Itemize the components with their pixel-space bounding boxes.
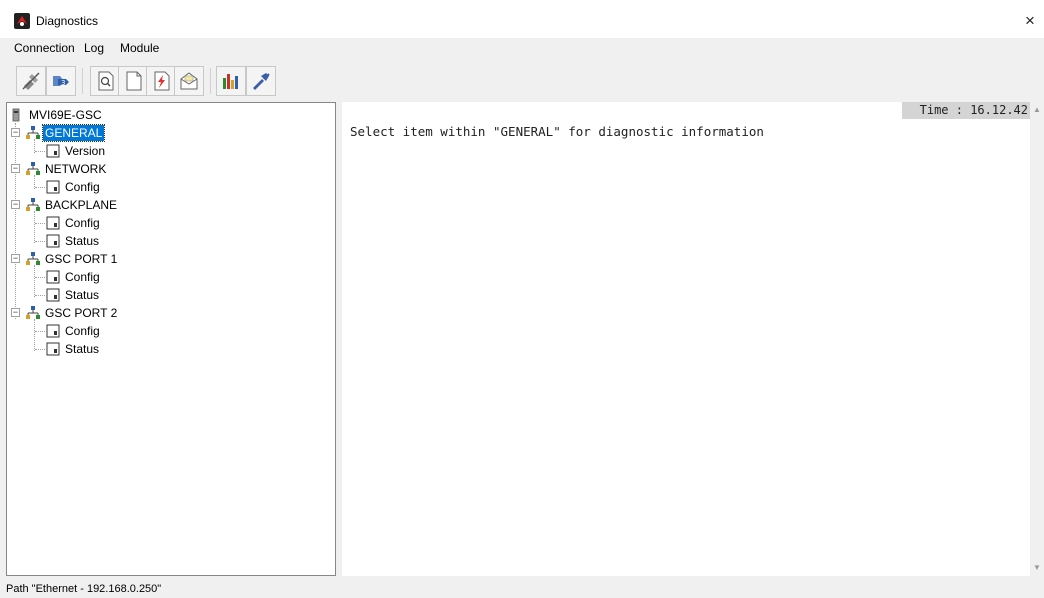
mail-button[interactable] <box>174 66 204 96</box>
tree-leaf-label: Status <box>65 234 100 248</box>
scroll-up-icon[interactable]: ▲ <box>1030 102 1044 118</box>
collapse-icon[interactable]: − <box>11 164 20 173</box>
tree-leaf-config[interactable]: Config <box>7 179 327 196</box>
tree-node-gsc-port-2[interactable]: − GSC PORT 2 <box>7 305 327 322</box>
page-icon <box>46 234 60 248</box>
transfer-button[interactable] <box>146 66 176 96</box>
menu-log[interactable]: Log <box>84 41 104 55</box>
mail-icon <box>180 72 198 90</box>
page-icon <box>46 288 60 302</box>
collapse-icon[interactable]: − <box>11 128 20 137</box>
tree-leaf-config[interactable]: Config <box>7 269 327 286</box>
scroll-down-icon[interactable]: ▼ <box>1030 560 1044 576</box>
tree-node-label: NETWORK <box>45 162 107 176</box>
tree-root[interactable]: MVI69E-GSC <box>7 107 327 124</box>
bar-chart-icon <box>223 74 238 89</box>
page-icon <box>46 216 60 230</box>
collapse-icon[interactable]: − <box>11 254 20 263</box>
menu-module[interactable]: Module <box>120 41 159 55</box>
vertical-scrollbar[interactable]: ▲ ▼ <box>1030 102 1044 576</box>
tree-leaf-config[interactable]: Config <box>7 323 327 340</box>
find-icon <box>98 71 114 91</box>
find-button[interactable] <box>90 66 120 96</box>
tree-leaf-status[interactable]: Status <box>7 341 327 358</box>
tree-node-network[interactable]: − NETWORK <box>7 161 327 178</box>
menu-bar: Connection Log Module <box>0 38 1044 60</box>
tree-leaf-label: Config <box>65 270 100 284</box>
network-icon <box>26 306 40 319</box>
app-icon <box>14 13 30 29</box>
tree-leaf-version[interactable]: Version <box>7 143 327 160</box>
connection-path: Path "Ethernet - 192.168.0.250" <box>6 583 162 595</box>
network-icon <box>26 198 40 211</box>
tree-node-label: GSC PORT 1 <box>45 252 118 266</box>
collapse-icon[interactable]: − <box>11 200 20 209</box>
toolbar-separator <box>210 68 211 94</box>
tree-leaf-label: Config <box>65 324 100 338</box>
tree-node-label: BACKPLANE <box>45 198 118 212</box>
title-bar: Diagnostics × <box>0 0 1044 38</box>
tree-node-label: GSC PORT 2 <box>45 306 118 320</box>
tree-leaf-label: Status <box>65 288 100 302</box>
tree-leaf-label: Config <box>65 180 100 194</box>
bar-chart-button[interactable] <box>216 66 246 96</box>
tools-button[interactable] <box>246 66 276 96</box>
tree-leaf-status[interactable]: Status <box>7 287 327 304</box>
module-tree[interactable]: MVI69E-GSC − GENERAL Version − NETWORK C… <box>6 102 336 576</box>
tree-node-label: GENERAL <box>41 124 106 142</box>
tree-node-general[interactable]: − GENERAL <box>7 124 327 142</box>
tree-root-label: MVI69E-GSC <box>29 108 102 122</box>
network-icon <box>26 252 40 265</box>
svg-text:3: 3 <box>61 79 65 87</box>
new-page-button[interactable] <box>118 66 148 96</box>
network-icon <box>26 162 40 175</box>
module-icon <box>12 108 20 122</box>
connect-button[interactable]: 3 <box>46 66 76 96</box>
page-icon <box>46 342 60 356</box>
page-icon <box>46 324 60 338</box>
connect-icon: 3 <box>53 76 69 87</box>
time-display: Time : 16.12.42 <box>902 102 1030 119</box>
diagnostic-output[interactable]: Time : 16.12.42 Select item within "GENE… <box>342 102 1044 576</box>
page-icon <box>46 180 60 194</box>
tools-icon <box>253 73 270 90</box>
tree-leaf-status[interactable]: Status <box>7 233 327 250</box>
window-title: Diagnostics <box>36 14 99 28</box>
menu-connection[interactable]: Connection <box>14 41 75 55</box>
tree-leaf-label: Config <box>65 216 100 230</box>
new-page-icon <box>126 71 142 91</box>
disconnect-button[interactable] <box>16 66 46 96</box>
tree-leaf-label: Version <box>65 144 106 158</box>
tree-leaf-config[interactable]: Config <box>7 215 327 232</box>
toolbar-separator <box>82 68 83 94</box>
page-icon <box>46 270 60 284</box>
collapse-icon[interactable]: − <box>11 308 20 317</box>
diagnostic-message: Select item within "GENERAL" for diagnos… <box>350 124 764 139</box>
tree-node-gsc-port-1[interactable]: − GSC PORT 1 <box>7 251 327 268</box>
tree-node-backplane[interactable]: − BACKPLANE <box>7 197 327 214</box>
page-icon <box>46 144 60 158</box>
close-button[interactable]: × <box>1016 8 1044 34</box>
disconnect-icon <box>22 72 40 90</box>
status-bar: Path "Ethernet - 192.168.0.250" <box>0 578 1044 598</box>
tree-leaf-label: Status <box>65 342 100 356</box>
transfer-icon <box>154 71 170 91</box>
network-icon <box>26 126 40 139</box>
toolbar: 3 <box>0 60 1044 100</box>
